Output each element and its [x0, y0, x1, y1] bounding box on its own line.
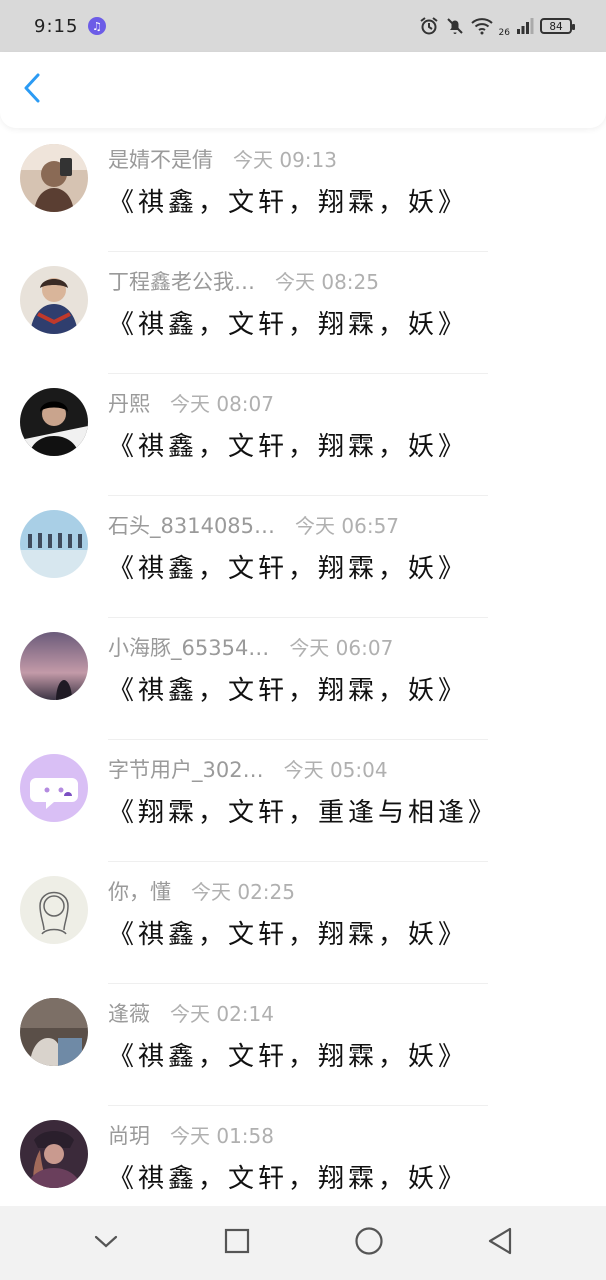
item-title: 《翔霖，文轩，重逢与相逢》	[108, 798, 499, 828]
user-name: 丹熙	[108, 392, 150, 416]
circle-icon	[354, 1226, 384, 1260]
status-time: 9:15	[34, 15, 79, 37]
nav-hide-button[interactable]	[84, 1221, 128, 1265]
avatar[interactable]	[20, 1120, 88, 1188]
user-name: 丁程鑫老公我…	[108, 270, 255, 294]
name-line: 丹熙 今天 08:07	[108, 388, 274, 418]
status-bar: 9:15 ♫ 26 84	[0, 0, 606, 52]
status-left: 9:15 ♫	[34, 15, 107, 37]
nav-back-button[interactable]	[478, 1221, 522, 1265]
name-line: 石头_8314085… 今天 06:57	[108, 510, 399, 540]
avatar[interactable]	[20, 876, 88, 944]
name-line: 是婧不是倩 今天 09:13	[108, 144, 337, 174]
signal-icon	[516, 17, 534, 35]
nav-home-button[interactable]	[347, 1221, 391, 1265]
timestamp: 今天 05:04	[283, 758, 388, 782]
name-line: 你，懂 今天 02:25	[108, 876, 295, 906]
item-title: 《祺鑫，文轩，翔霖，妖》	[108, 432, 469, 462]
timestamp: 今天 09:13	[233, 148, 337, 172]
bell-off-icon	[445, 16, 465, 36]
square-icon	[223, 1227, 251, 1259]
timestamp: 今天 06:07	[289, 636, 394, 660]
avatar[interactable]	[20, 144, 88, 212]
network-type: 26	[498, 28, 510, 38]
avatar[interactable]	[20, 266, 88, 334]
wifi-icon	[470, 17, 493, 35]
item-title: 《祺鑫，文轩，翔霖，妖》	[108, 554, 469, 584]
list-item[interactable]: 字节用户_302… 今天 05:04 《翔霖，文轩，重逢与相逢》	[0, 740, 606, 862]
timestamp: 今天 08:25	[275, 270, 379, 294]
list-item[interactable]: 丹熙 今天 08:07 《祺鑫，文轩，翔霖，妖》	[0, 374, 606, 496]
user-name: 小海豚_65354…	[108, 636, 270, 660]
triangle-back-icon	[486, 1226, 514, 1260]
battery-level: 84	[549, 19, 563, 33]
item-title: 《祺鑫，文轩，翔霖，妖》	[108, 1042, 469, 1072]
avatar[interactable]	[20, 754, 88, 822]
music-note-icon: ♫	[88, 17, 107, 35]
item-title: 《祺鑫，文轩，翔霖，妖》	[108, 676, 469, 706]
avatar[interactable]	[20, 998, 88, 1066]
item-title: 《祺鑫，文轩，翔霖，妖》	[108, 310, 469, 340]
timestamp: 今天 06:57	[295, 514, 400, 538]
avatar[interactable]	[20, 632, 88, 700]
timestamp: 今天 08:07	[170, 392, 274, 416]
user-name: 字节用户_302…	[108, 758, 264, 782]
item-title: 《祺鑫，文轩，翔霖，妖》	[108, 920, 469, 950]
message-list: 是婧不是倩 今天 09:13 《祺鑫，文轩，翔霖，妖》 丁程鑫老公我… 今天 0…	[0, 130, 606, 1228]
avatar[interactable]	[20, 388, 88, 456]
chevron-down-icon	[93, 1233, 119, 1253]
alarm-icon	[419, 16, 439, 36]
list-item[interactable]: 小海豚_65354… 今天 06:07 《祺鑫，文轩，翔霖，妖》	[0, 618, 606, 740]
timestamp: 今天 02:14	[170, 1002, 274, 1026]
timestamp: 今天 01:58	[170, 1124, 274, 1148]
user-name: 逢薇	[108, 1002, 150, 1026]
nav-recents-button[interactable]	[215, 1221, 259, 1265]
item-title: 《祺鑫，文轩，翔霖，妖》	[108, 188, 469, 218]
name-line: 丁程鑫老公我… 今天 08:25	[108, 266, 379, 296]
timestamp: 今天 02:25	[191, 880, 295, 904]
user-name: 尚玥	[108, 1124, 150, 1148]
navigation-bar	[0, 1206, 606, 1280]
avatar[interactable]	[20, 510, 88, 578]
user-name: 石头_8314085…	[108, 514, 276, 538]
battery-icon: 84	[540, 18, 575, 34]
status-right: 26 84	[419, 14, 575, 38]
list-item[interactable]: 逢薇 今天 02:14 《祺鑫，文轩，翔霖，妖》	[0, 984, 606, 1106]
list-item[interactable]: 是婧不是倩 今天 09:13 《祺鑫，文轩，翔霖，妖》	[0, 130, 606, 252]
list-item[interactable]: 丁程鑫老公我… 今天 08:25 《祺鑫，文轩，翔霖，妖》	[0, 252, 606, 374]
header	[0, 52, 606, 128]
back-button[interactable]	[14, 72, 50, 108]
list-item[interactable]: 石头_8314085… 今天 06:57 《祺鑫，文轩，翔霖，妖》	[0, 496, 606, 618]
name-line: 逢薇 今天 02:14	[108, 998, 274, 1028]
list-item[interactable]: 你，懂 今天 02:25 《祺鑫，文轩，翔霖，妖》	[0, 862, 606, 984]
name-line: 小海豚_65354… 今天 06:07	[108, 632, 393, 662]
user-name: 是婧不是倩	[108, 148, 213, 172]
item-title: 《祺鑫，文轩，翔霖，妖》	[108, 1164, 469, 1194]
chevron-left-icon	[22, 72, 42, 108]
name-line: 字节用户_302… 今天 05:04	[108, 754, 388, 784]
user-name: 你，懂	[108, 880, 171, 904]
name-line: 尚玥 今天 01:58	[108, 1120, 274, 1150]
